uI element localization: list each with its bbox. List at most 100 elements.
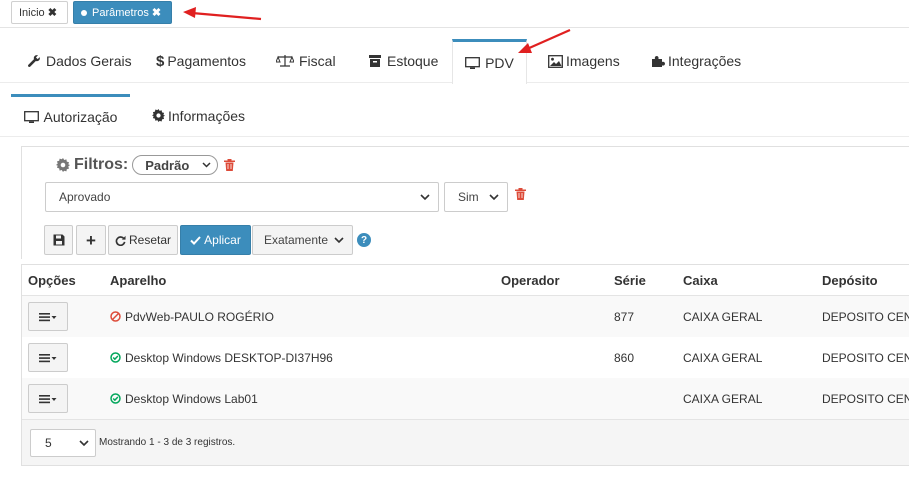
- aparelho-cell: Desktop Windows DESKTOP-DI37H96: [110, 337, 333, 378]
- filter-field-value: Aprovado: [59, 190, 111, 204]
- desktop-icon: [23, 110, 39, 124]
- tab-integracoes[interactable]: Integrações: [651, 39, 741, 83]
- tab-label: Integrações: [668, 53, 742, 69]
- deposito-cell: DEPOSITO CENT: [822, 350, 909, 365]
- check-icon: [190, 235, 201, 245]
- tab-estoque[interactable]: Estoque: [368, 39, 438, 83]
- tab-parametros[interactable]: Parâmetros ✖: [73, 1, 172, 24]
- page-tab-bar: Inicio ✖ Parâmetros ✖: [0, 0, 909, 28]
- table-footer: 5 Mostrando 1 - 3 de 3 registros.: [22, 419, 909, 466]
- tab-inicio[interactable]: Inicio ✖: [11, 1, 68, 24]
- col-serie[interactable]: Série: [614, 265, 646, 295]
- help-icon[interactable]: ?: [357, 233, 371, 247]
- chevron-down-icon: [489, 193, 499, 201]
- aparelho-cell: PdvWeb-PAULO ROGÉRIO: [110, 296, 274, 337]
- devices-table: Opções Aparelho Operador Série Caixa Dep…: [21, 264, 909, 466]
- table-header: Opções Aparelho Operador Série Caixa Dep…: [22, 265, 909, 296]
- save-filter-button[interactable]: [44, 225, 73, 255]
- tab-label: Dados Gerais: [46, 53, 132, 69]
- filter-field-select[interactable]: Aprovado: [45, 182, 439, 212]
- chevron-down-icon: [202, 162, 211, 168]
- tab-label: Fiscal: [299, 53, 336, 69]
- col-operador[interactable]: Operador: [501, 265, 560, 295]
- deposito-cell: DEPOSITO CENT: [822, 391, 909, 406]
- options-cell: [28, 296, 68, 337]
- caixa-cell: CAIXA GERAL: [683, 309, 763, 324]
- reset-label: Resetar: [128, 233, 172, 247]
- tab-autorizacao[interactable]: Autorização: [11, 94, 130, 137]
- tab-label: Informações: [168, 107, 246, 124]
- filter-header: Filtros: Padrão: [52, 155, 240, 175]
- aparelho-text: Desktop Windows Lab01: [125, 391, 258, 406]
- tab-pagamentos[interactable]: $ Pagamentos: [156, 39, 246, 83]
- image-icon: [548, 54, 563, 68]
- aparelho-cell: Desktop Windows Lab01: [110, 378, 258, 419]
- caixa-cell: CAIXA GERAL: [683, 391, 763, 406]
- caixa-cell: CAIXA GERAL: [683, 350, 763, 365]
- tab-label: Autorização: [43, 109, 118, 125]
- aparelho-text: Desktop Windows DESKTOP-DI37H96: [125, 350, 333, 365]
- filter-preset-select[interactable]: Padrão: [132, 155, 219, 175]
- active-dot-icon: [81, 9, 87, 16]
- tab-inicio-label: Inicio: [19, 6, 45, 19]
- save-icon: [53, 234, 65, 246]
- dollar-icon: $: [156, 52, 165, 70]
- options-cell: [28, 378, 68, 419]
- approved-status-icon: [110, 352, 121, 363]
- tab-imagens[interactable]: Imagens: [548, 39, 620, 83]
- gear-icon: [152, 109, 165, 122]
- col-aparelho[interactable]: Aparelho: [110, 265, 166, 295]
- tab-label: Pagamentos: [167, 53, 246, 69]
- deposito-cell: DEPOSITO CENT: [822, 309, 909, 324]
- tab-pdv[interactable]: PDV: [452, 39, 527, 84]
- tab-label: PDV: [485, 55, 514, 71]
- close-icon[interactable]: ✖: [48, 6, 57, 19]
- add-filter-button[interactable]: +: [76, 225, 106, 255]
- delete-filter-trash-icon[interactable]: [515, 188, 526, 200]
- filter-panel: Filtros: Padrão Aprovado Sim + Resetar A…: [21, 146, 909, 259]
- col-opcoes[interactable]: Opções: [28, 265, 76, 295]
- row-options-button[interactable]: [28, 302, 68, 331]
- chevron-down-icon: [334, 236, 344, 244]
- main-tab-bar: Dados Gerais $ Pagamentos Fiscal Estoque…: [0, 39, 909, 84]
- refresh-icon: [115, 235, 126, 246]
- gear-icon: [56, 158, 70, 172]
- close-icon[interactable]: ✖: [152, 6, 161, 19]
- match-mode-select[interactable]: Exatamente: [252, 225, 353, 255]
- aparelho-text: PdvWeb-PAULO ROGÉRIO: [125, 309, 274, 324]
- archive-icon: [368, 54, 382, 68]
- tab-label: Estoque: [387, 53, 439, 69]
- tab-parametros-label: Parâmetros: [92, 6, 149, 19]
- page-size-value: 5: [45, 436, 52, 450]
- chevron-down-icon: [79, 439, 89, 447]
- tab-dados-gerais[interactable]: Dados Gerais: [27, 39, 132, 83]
- apply-label: Aplicar: [204, 233, 241, 247]
- serie-cell: 877: [614, 309, 635, 324]
- menu-caret-icon: [39, 394, 57, 404]
- tab-informacoes[interactable]: Informações: [152, 94, 245, 137]
- apply-button[interactable]: Aplicar: [180, 225, 251, 255]
- approved-status-icon: [110, 393, 121, 404]
- filter-option-value: Sim: [458, 190, 479, 204]
- col-caixa[interactable]: Caixa: [683, 265, 718, 295]
- table-row: Desktop Windows Lab01 CAIXA GERAL DEPOSI…: [22, 378, 909, 419]
- page-size-select[interactable]: 5: [30, 429, 96, 457]
- tab-fiscal[interactable]: Fiscal: [276, 39, 336, 83]
- menu-caret-icon: [39, 312, 57, 322]
- col-deposito[interactable]: Depósito: [822, 265, 878, 295]
- plus-icon: +: [86, 230, 96, 250]
- menu-caret-icon: [39, 353, 57, 363]
- tab-label: Imagens: [566, 53, 620, 69]
- filter-preset-value: Padrão: [145, 157, 190, 173]
- serie-cell: 860: [614, 350, 635, 365]
- row-options-button[interactable]: [28, 384, 68, 413]
- balance-scale-icon: [276, 54, 294, 68]
- reset-button[interactable]: Resetar: [108, 225, 178, 255]
- filter-option-select[interactable]: Sim: [444, 182, 508, 212]
- delete-preset-trash-icon[interactable]: [224, 159, 236, 171]
- table-row: Desktop Windows DESKTOP-DI37H96 860 CAIX…: [22, 337, 909, 378]
- row-options-button[interactable]: [28, 343, 68, 372]
- filter-title: Filtros:: [74, 156, 129, 173]
- table-row: PdvWeb-PAULO ROGÉRIO 877 CAIXA GERAL DEP…: [22, 296, 909, 337]
- pagination-info: Mostrando 1 - 3 de 3 registros.: [99, 437, 236, 448]
